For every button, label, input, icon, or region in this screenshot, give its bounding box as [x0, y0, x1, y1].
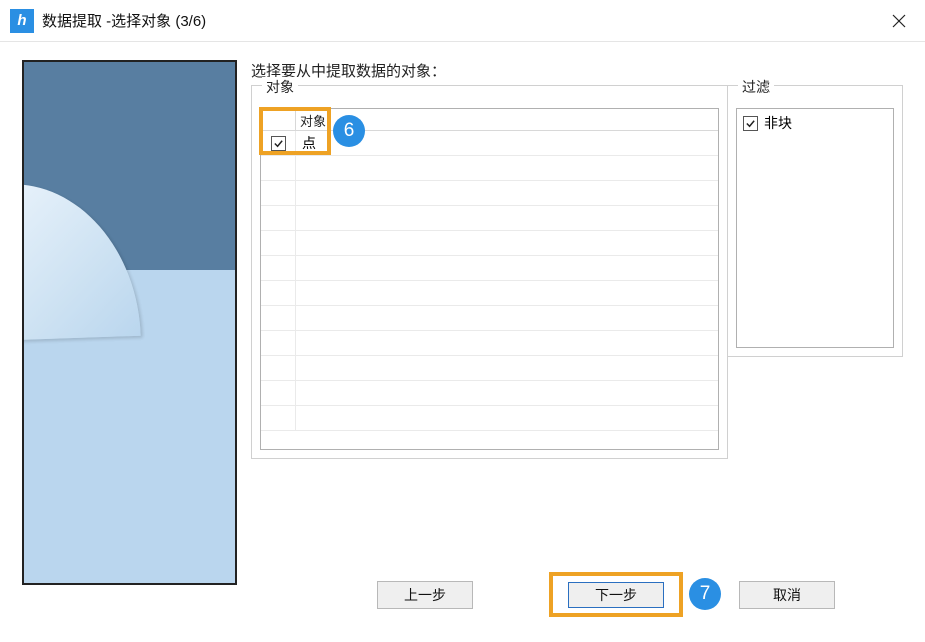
close-icon	[892, 14, 906, 28]
objects-legend: 对象	[262, 77, 298, 97]
wizard-buttons: 上一步 下一步 取消	[0, 577, 925, 613]
instruction-label: 选择要从中提取数据的对象：	[251, 60, 903, 81]
object-checkbox[interactable]	[271, 136, 286, 151]
check-icon	[745, 118, 756, 129]
filter-list: 非块	[736, 108, 894, 348]
filter-checkbox[interactable]	[743, 116, 758, 131]
table-row[interactable]: 点	[261, 131, 718, 156]
objects-group: 对象 对象 点	[251, 85, 728, 459]
objects-header: 对象	[261, 109, 718, 131]
wizard-preview-image	[22, 60, 237, 585]
cancel-button[interactable]: 取消	[739, 581, 835, 609]
next-button[interactable]: 下一步	[568, 582, 664, 608]
objects-list[interactable]: 对象 点	[260, 108, 719, 450]
titlebar: h 数据提取 -选择对象 (3/6)	[0, 0, 925, 42]
check-icon	[273, 138, 284, 149]
annotation-badge-6: 6	[333, 115, 365, 147]
list-item[interactable]: 非块	[743, 113, 887, 133]
close-button[interactable]	[879, 5, 919, 37]
previous-button[interactable]: 上一步	[377, 581, 473, 609]
app-icon: h	[10, 9, 34, 33]
annotation-badge-7: 7	[689, 578, 721, 610]
filter-group: 过滤 非块	[727, 85, 903, 357]
filter-item-label: 非块	[764, 113, 792, 133]
window-title: 数据提取 -选择对象 (3/6)	[42, 10, 206, 31]
filter-legend: 过滤	[738, 77, 774, 97]
annotation-highlight-7: 下一步	[549, 572, 683, 617]
